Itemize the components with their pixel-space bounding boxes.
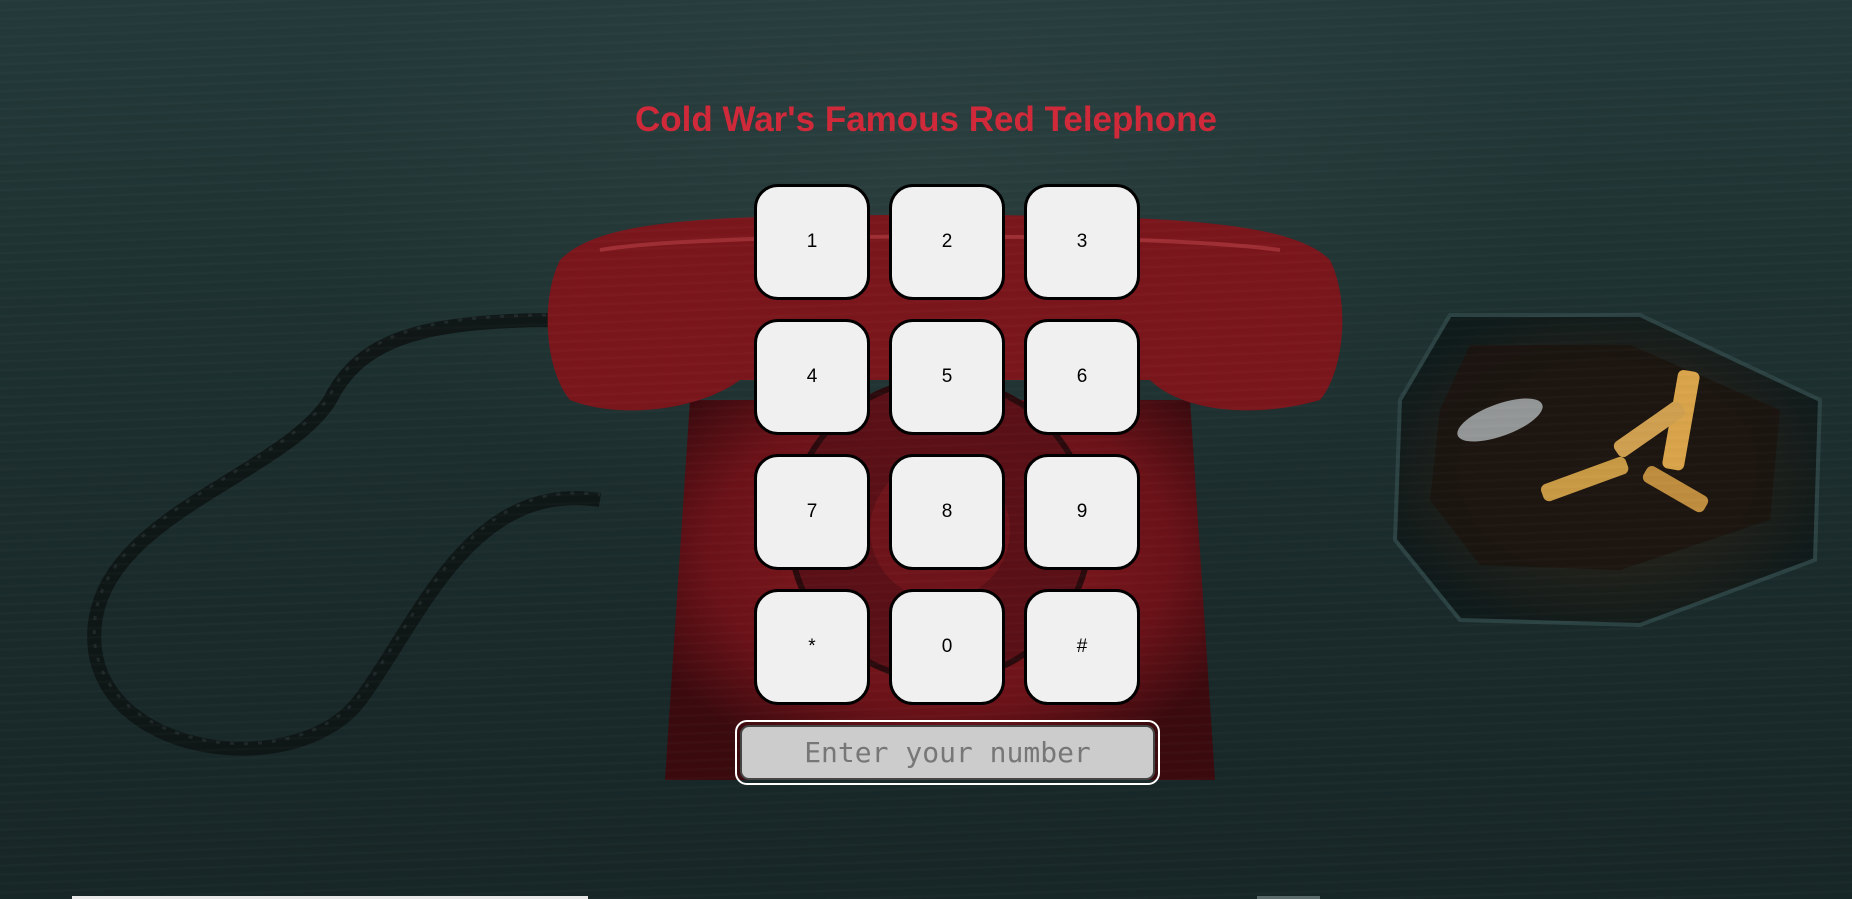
key-1-button[interactable]: 1 — [754, 184, 870, 300]
key-4-button[interactable]: 4 — [754, 319, 870, 435]
key-6-button[interactable]: 6 — [1024, 319, 1140, 435]
key-7-button[interactable]: 7 — [754, 454, 870, 570]
key-hash-button[interactable]: # — [1024, 589, 1140, 705]
key-3-button[interactable]: 3 — [1024, 184, 1140, 300]
key-8-button[interactable]: 8 — [889, 454, 1005, 570]
key-5-button[interactable]: 5 — [889, 319, 1005, 435]
page-title: Cold War's Famous Red Telephone — [635, 100, 1217, 139]
key-9-button[interactable]: 9 — [1024, 454, 1140, 570]
number-input[interactable] — [740, 725, 1155, 780]
key-0-button[interactable]: 0 — [889, 589, 1005, 705]
keypad: 1 2 3 4 5 6 7 8 9 * 0 # — [754, 184, 1140, 705]
coiled-cord — [87, 313, 602, 756]
key-star-button[interactable]: * — [754, 589, 870, 705]
key-2-button[interactable]: 2 — [889, 184, 1005, 300]
number-input-frame — [735, 720, 1160, 785]
